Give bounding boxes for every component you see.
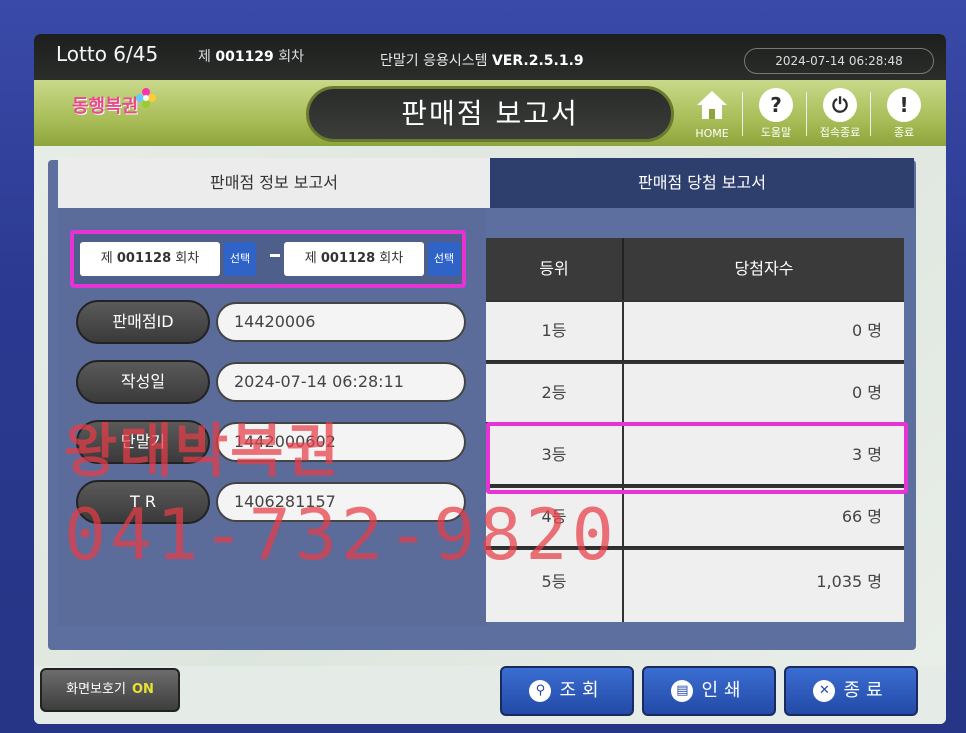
- header-divider: [806, 92, 807, 136]
- table-header: 등위 당첨자수: [486, 238, 904, 300]
- close-icon: ✕: [813, 680, 836, 702]
- flower-icon: [136, 88, 156, 108]
- home-icon: [697, 91, 727, 119]
- help-icon: ?: [759, 88, 793, 122]
- power-icon: ⏻: [823, 88, 857, 122]
- rank-cell: 2등: [486, 364, 624, 422]
- table-row: 2등 0 명: [486, 362, 904, 422]
- printer-icon: ▤: [671, 680, 694, 702]
- to-round-select-button[interactable]: 선택: [428, 242, 460, 276]
- field-label: 판매점ID: [76, 300, 210, 344]
- field-value: 2024-07-14 06:28:11: [216, 362, 466, 402]
- count-cell: 66 명: [841, 507, 882, 526]
- from-round-select-button[interactable]: 선택: [224, 242, 256, 276]
- tab-store-winning-report[interactable]: 판매점 당첨 보고서: [490, 158, 914, 208]
- field-created-date: 작성일 2024-07-14 06:28:11: [76, 360, 468, 404]
- header-divider: [742, 92, 743, 136]
- field-value: 14420006: [216, 302, 466, 342]
- to-round-field[interactable]: 제 001128 회차: [284, 242, 424, 276]
- watermark-store-name: 왕대박복권: [64, 417, 341, 485]
- exit-icon: !: [887, 88, 921, 122]
- header-divider: [870, 92, 871, 136]
- field-store-id: 판매점ID 14420006: [76, 300, 468, 344]
- tab-store-info-report[interactable]: 판매점 정보 보고서: [58, 158, 490, 208]
- screensaver-button[interactable]: 화면보호기 ON: [40, 668, 180, 712]
- column-header-winners: 당첨자수: [734, 259, 794, 278]
- home-button[interactable]: HOME: [684, 86, 740, 142]
- column-header-rank: 등위: [486, 238, 624, 300]
- disconnect-button[interactable]: ⏻ 접속종료: [812, 86, 868, 142]
- field-label: 작성일: [76, 360, 210, 404]
- count-cell: 0 명: [852, 321, 882, 340]
- clock: 2024-07-14 06:28:48: [744, 48, 934, 74]
- range-dash: [270, 254, 280, 257]
- count-cell: 1,035 명: [816, 572, 882, 591]
- rank-cell: 1등: [486, 302, 624, 360]
- page-title: 판매점 보고서: [306, 86, 674, 142]
- print-button[interactable]: ▤ 인쇄: [642, 666, 776, 716]
- table-row: 1등 0 명: [486, 300, 904, 360]
- round-range-selector: 제 001128 회차 선택 제 001128 회차 선택: [70, 230, 466, 288]
- header-bar: 동행복권 판매점 보고서 HOME ? 도움말 ⏻ 접속종료 ! 종료: [34, 80, 946, 146]
- exit-button[interactable]: ✕ 종료: [784, 666, 918, 716]
- footer-bar: 화면보호기 ON ⚲ 조회 ▤ 인쇄 ✕ 종료: [34, 666, 946, 724]
- count-cell: 0 명: [852, 383, 882, 402]
- from-round-field[interactable]: 제 001128 회차: [80, 242, 220, 276]
- system-version: 단말기 응용시스템 VER.2.5.1.9: [380, 53, 584, 69]
- screensaver-state: ON: [131, 682, 154, 697]
- terminal-screen: Lotto 6/45 제 001129 회차 단말기 응용시스템 VER.2.5…: [34, 34, 946, 724]
- watermark-phone: 041-732-9820: [64, 494, 618, 576]
- current-round: 제 001129 회차: [198, 49, 305, 65]
- status-bar: Lotto 6/45 제 001129 회차 단말기 응용시스템 VER.2.5…: [34, 34, 946, 80]
- search-button[interactable]: ⚲ 조회: [500, 666, 634, 716]
- brand-logo: 동행복권: [72, 88, 162, 132]
- product-name: Lotto 6/45: [56, 42, 159, 66]
- third-prize-highlight: [486, 422, 908, 494]
- exit-top-button[interactable]: ! 종료: [876, 86, 932, 142]
- help-button[interactable]: ? 도움말: [748, 86, 804, 142]
- search-icon: ⚲: [529, 680, 552, 702]
